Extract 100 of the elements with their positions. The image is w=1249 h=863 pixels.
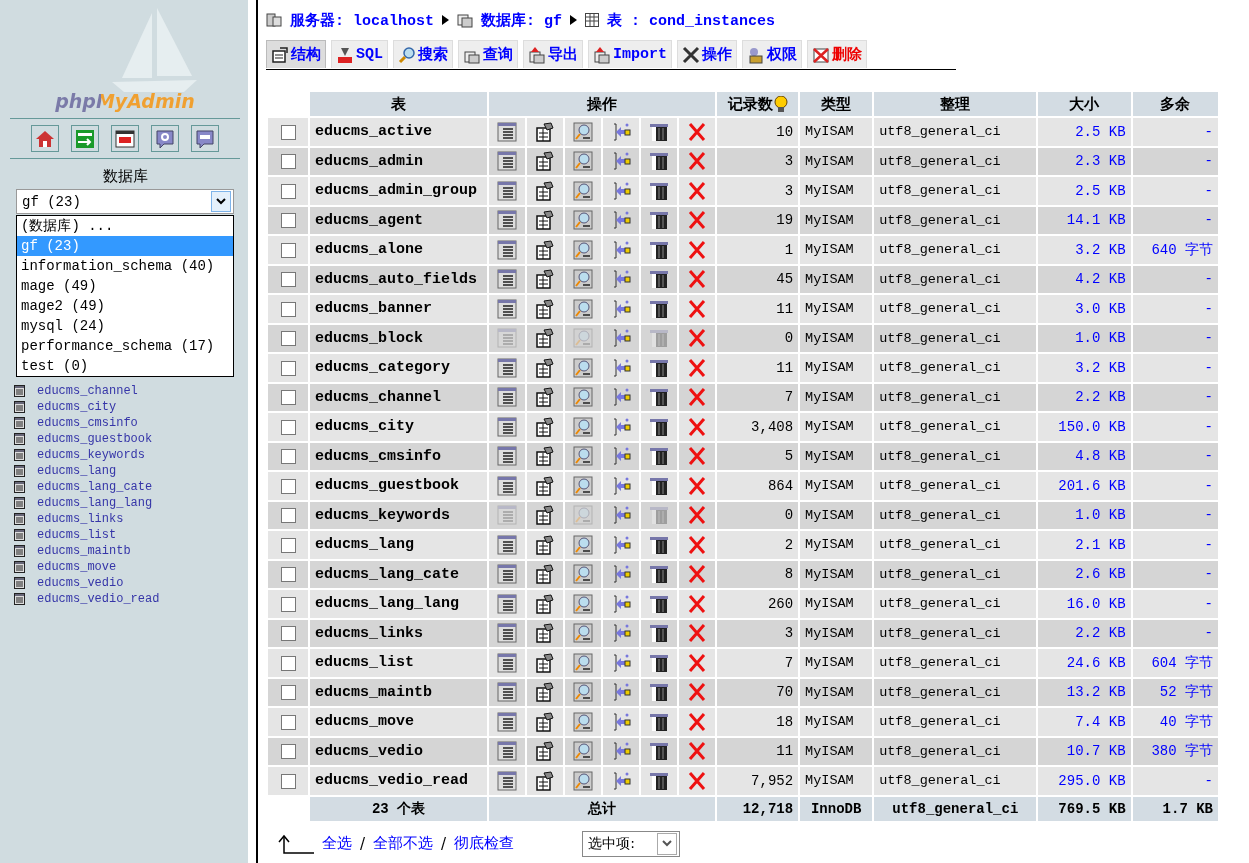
- trash-icon[interactable]: [649, 446, 669, 467]
- checkbox[interactable]: [280, 242, 296, 258]
- tab[interactable]: SQL: [331, 40, 388, 68]
- list-icon[interactable]: [497, 446, 517, 467]
- clipboard-icon[interactable]: [535, 298, 555, 319]
- list-icon[interactable]: [497, 711, 517, 732]
- magnifier-icon[interactable]: [573, 652, 593, 673]
- magnifier-icon[interactable]: [573, 416, 593, 437]
- trash-icon[interactable]: [649, 475, 669, 496]
- table-link[interactable]: educms_lang_cate: [37, 480, 153, 494]
- close-icon[interactable]: [687, 652, 707, 673]
- checkbox[interactable]: [280, 714, 296, 730]
- arrow-left-icon[interactable]: [611, 652, 631, 673]
- overhead-value[interactable]: -: [1204, 772, 1213, 789]
- table-link[interactable]: educms_links: [37, 512, 124, 526]
- list-icon[interactable]: [497, 151, 517, 172]
- overhead-value[interactable]: -: [1204, 507, 1213, 524]
- table-name[interactable]: educms_block: [310, 324, 487, 352]
- overhead-value[interactable]: -: [1204, 330, 1213, 347]
- table-name[interactable]: educms_admin: [310, 147, 487, 175]
- home-button[interactable]: [31, 125, 59, 152]
- arrow-left-icon[interactable]: [611, 239, 631, 260]
- arrow-left-icon[interactable]: [611, 682, 631, 703]
- dropdown-option[interactable]: (数据库) ...: [17, 216, 233, 236]
- close-icon[interactable]: [687, 121, 707, 142]
- arrow-left-icon[interactable]: [611, 387, 631, 408]
- close-icon[interactable]: [687, 269, 707, 290]
- arrow-left-icon[interactable]: [611, 357, 631, 378]
- table-name[interactable]: educms_admin_group: [310, 177, 487, 205]
- overhead-value[interactable]: -: [1204, 625, 1213, 642]
- bulk-link[interactable]: 全部不选: [373, 834, 434, 853]
- overhead-value[interactable]: -: [1204, 448, 1213, 465]
- dropdown-option[interactable]: mage2 (49): [17, 296, 233, 316]
- checkbox[interactable]: [280, 773, 296, 789]
- trash-icon[interactable]: [649, 593, 669, 614]
- table-name[interactable]: educms_vedio: [310, 737, 487, 765]
- trash-icon[interactable]: [649, 180, 669, 201]
- table-name[interactable]: educms_alone: [310, 236, 487, 264]
- clipboard-icon[interactable]: [535, 682, 555, 703]
- dropdown-option[interactable]: information_schema (40): [17, 256, 233, 276]
- close-icon[interactable]: [687, 180, 707, 201]
- arrow-left-icon[interactable]: [611, 475, 631, 496]
- clipboard-icon[interactable]: [535, 328, 555, 349]
- table-name[interactable]: educms_keywords: [310, 501, 487, 529]
- table-name[interactable]: educms_banner: [310, 295, 487, 323]
- checkbox[interactable]: [280, 478, 296, 494]
- arrow-left-icon[interactable]: [611, 121, 631, 142]
- table-name[interactable]: educms_maintb: [310, 678, 487, 706]
- magnifier-icon[interactable]: [573, 564, 593, 585]
- table-icon[interactable]: [14, 449, 25, 461]
- trash-icon[interactable]: [649, 711, 669, 732]
- magnifier-icon[interactable]: [573, 446, 593, 467]
- list-icon[interactable]: [497, 593, 517, 614]
- table-icon[interactable]: [14, 513, 25, 525]
- clipboard-icon[interactable]: [535, 446, 555, 467]
- arrow-left-icon[interactable]: [611, 151, 631, 172]
- table-link[interactable]: educms_move: [37, 560, 117, 574]
- with-selected-select[interactable]: 选中项:: [582, 830, 681, 857]
- checkbox[interactable]: [280, 537, 296, 553]
- magnifier-icon[interactable]: [573, 593, 593, 614]
- list-icon[interactable]: [497, 357, 517, 378]
- table-icon[interactable]: [14, 417, 25, 429]
- list-icon[interactable]: [497, 741, 517, 762]
- overhead-value[interactable]: -: [1204, 153, 1213, 170]
- checkbox[interactable]: [280, 154, 296, 170]
- clipboard-icon[interactable]: [535, 475, 555, 496]
- checkbox[interactable]: [280, 596, 296, 612]
- checkbox[interactable]: [280, 360, 296, 376]
- arrow-left-icon[interactable]: [611, 446, 631, 467]
- arrow-left-icon[interactable]: [611, 298, 631, 319]
- checkbox[interactable]: [280, 124, 296, 140]
- table-icon[interactable]: [14, 593, 25, 605]
- list-icon[interactable]: [497, 564, 517, 585]
- close-icon[interactable]: [687, 446, 707, 467]
- table-icon[interactable]: [14, 545, 25, 557]
- magnifier-icon[interactable]: [573, 298, 593, 319]
- magnifier-icon[interactable]: [573, 121, 593, 142]
- magnifier-icon[interactable]: [573, 623, 593, 644]
- checkbox[interactable]: [280, 272, 296, 288]
- arrow-left-icon[interactable]: [611, 328, 631, 349]
- tab[interactable]: Import: [588, 40, 673, 68]
- list-icon[interactable]: [497, 298, 517, 319]
- clipboard-icon[interactable]: [535, 593, 555, 614]
- arrow-left-icon[interactable]: [611, 505, 631, 526]
- close-icon[interactable]: [687, 711, 707, 732]
- arrow-left-icon[interactable]: [611, 741, 631, 762]
- close-icon[interactable]: [687, 741, 707, 762]
- table-link[interactable]: educms_cmsinfo: [37, 416, 138, 430]
- table-name[interactable]: educms_category: [310, 354, 487, 382]
- checkbox[interactable]: [280, 301, 296, 317]
- trash-icon[interactable]: [649, 416, 669, 437]
- trash-icon[interactable]: [649, 623, 669, 644]
- checkbox[interactable]: [280, 685, 296, 701]
- dropdown-option[interactable]: mysql (24): [17, 316, 233, 336]
- table-link[interactable]: educms_maintb: [37, 544, 131, 558]
- arrow-left-icon[interactable]: [611, 593, 631, 614]
- table-name[interactable]: educms_city: [310, 413, 487, 441]
- clipboard-icon[interactable]: [535, 505, 555, 526]
- trash-icon[interactable]: [649, 564, 669, 585]
- trash-icon[interactable]: [649, 741, 669, 762]
